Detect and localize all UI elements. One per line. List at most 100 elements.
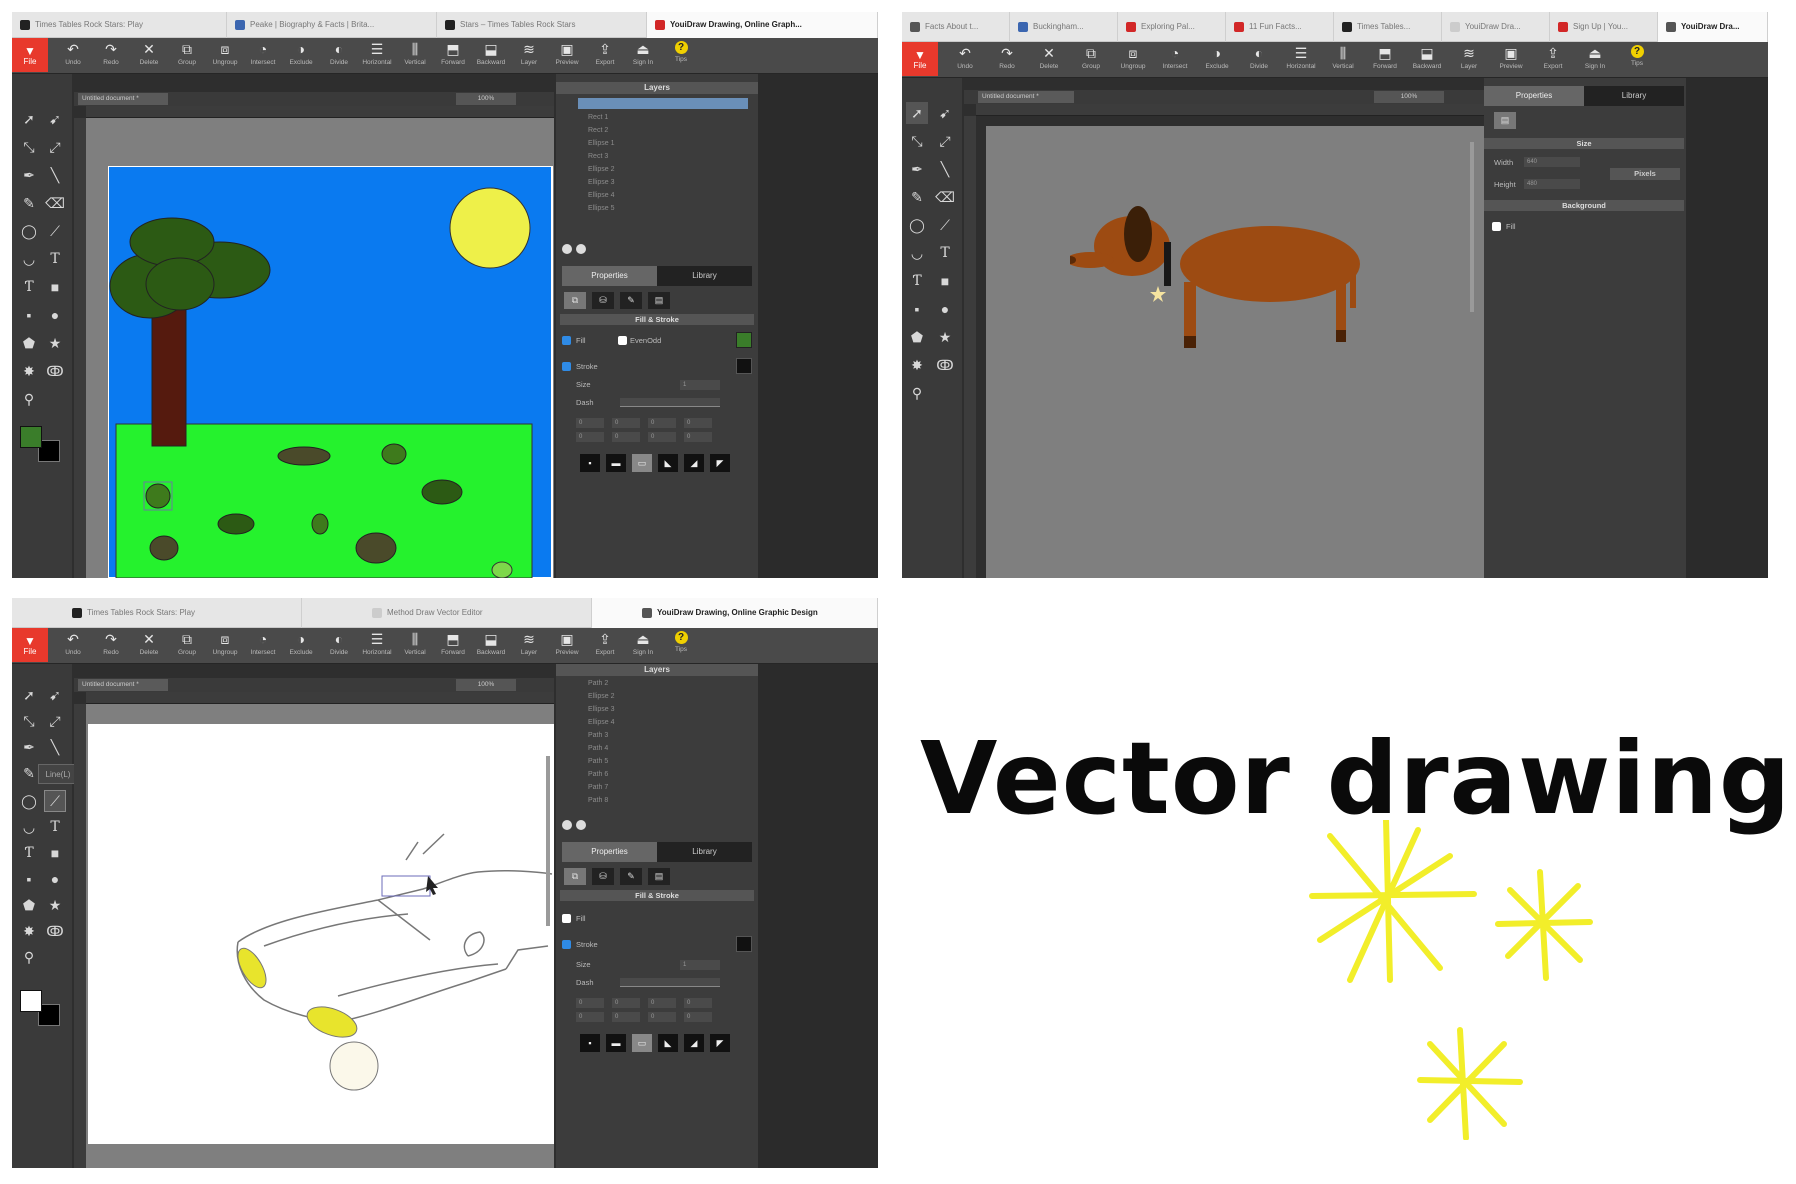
remove-layer-icon[interactable] bbox=[576, 244, 586, 254]
zoom-tool-icon[interactable]: ⚲ bbox=[18, 388, 40, 410]
forward-button[interactable]: ⬒ Forward bbox=[1364, 42, 1406, 70]
corner-input[interactable]: 0 bbox=[648, 432, 676, 442]
vertical-button[interactable]: ⫼ Vertical bbox=[396, 38, 434, 66]
height-input[interactable]: 480 bbox=[1524, 179, 1580, 189]
select-tool-icon[interactable]: ➚ bbox=[906, 102, 928, 124]
sign-in-button[interactable]: ⏏ Sign In bbox=[1574, 42, 1616, 70]
align-right-icon[interactable]: ▭ bbox=[632, 1034, 652, 1052]
stroke-size-input[interactable]: 1 bbox=[680, 380, 720, 390]
browser-tab[interactable]: Peake | Biography & Facts | Brita... bbox=[227, 12, 437, 38]
zoom-control[interactable]: 100% bbox=[456, 93, 516, 105]
text-tool-icon[interactable]: T bbox=[44, 816, 66, 838]
layer-item[interactable]: Ellipse 2 bbox=[588, 166, 614, 173]
dash-select[interactable] bbox=[620, 978, 720, 987]
undo-button[interactable]: ↶ Undo bbox=[54, 38, 92, 66]
align-top-icon[interactable]: ◣ bbox=[658, 454, 678, 472]
corner-input[interactable]: 0 bbox=[612, 998, 640, 1008]
layer-item[interactable]: Path 5 bbox=[588, 758, 608, 765]
line-tool-icon[interactable]: ╲ bbox=[44, 164, 66, 186]
node-tool-icon[interactable]: ⤡ bbox=[18, 136, 40, 158]
tab-library[interactable]: Library bbox=[657, 266, 752, 286]
stroke-color-button[interactable] bbox=[736, 936, 752, 952]
group-button[interactable]: ⧉ Group bbox=[168, 38, 206, 66]
tips-button[interactable]: ? Tips bbox=[662, 38, 700, 63]
copy-icon[interactable]: ⧉ bbox=[564, 868, 586, 885]
align-center-icon[interactable]: ▬ bbox=[606, 1034, 626, 1052]
corner-input[interactable]: 0 bbox=[648, 418, 676, 428]
star-tool-icon[interactable]: ★ bbox=[44, 894, 66, 916]
tab-library[interactable]: Library bbox=[1584, 86, 1684, 106]
browser-tab[interactable]: Exploring Pal... bbox=[1118, 12, 1226, 42]
corner-input[interactable]: 0 bbox=[612, 1012, 640, 1022]
fill-checkbox[interactable] bbox=[562, 336, 571, 345]
text-tool-icon[interactable]: T bbox=[44, 248, 66, 270]
delete-button[interactable]: ✕ Delete bbox=[130, 38, 168, 66]
layer-item[interactable]: Rect 2 bbox=[588, 127, 608, 134]
zoom-control[interactable]: 100% bbox=[1374, 91, 1444, 103]
corner-input[interactable]: 0 bbox=[612, 432, 640, 442]
width-input[interactable]: 640 bbox=[1524, 157, 1580, 167]
browser-tab[interactable]: Times Tables... bbox=[1334, 12, 1442, 42]
dash-select[interactable] bbox=[620, 398, 720, 407]
rounded-rect-tool-icon[interactable]: ▪ bbox=[906, 298, 928, 320]
browser-tab[interactable]: Stars – Times Tables Rock Stars bbox=[437, 12, 647, 38]
corner-input[interactable]: 0 bbox=[684, 418, 712, 428]
text-path-tool-icon[interactable]: Ƭ bbox=[906, 270, 928, 292]
corner-input[interactable]: 0 bbox=[576, 1012, 604, 1022]
export-button[interactable]: ⇪ Export bbox=[1532, 42, 1574, 70]
layer-item[interactable]: Path 4 bbox=[588, 745, 608, 752]
group-button[interactable]: ⧉ Group bbox=[168, 628, 206, 656]
file-menu-button[interactable]: ▼ File bbox=[12, 38, 48, 72]
corner-input[interactable]: 0 bbox=[684, 432, 712, 442]
burst-tool-icon[interactable]: ✸ bbox=[18, 920, 40, 942]
transform-tool-icon[interactable]: ⤢ bbox=[44, 710, 66, 732]
fill-color-swatch[interactable] bbox=[20, 426, 42, 448]
intersect-button[interactable]: ◔ Intersect bbox=[244, 38, 282, 66]
corner-input[interactable]: 0 bbox=[684, 1012, 712, 1022]
add-layer-icon[interactable] bbox=[562, 244, 572, 254]
ellipse-tool-icon[interactable]: ● bbox=[44, 868, 66, 890]
intersect-button[interactable]: ◔ Intersect bbox=[1154, 42, 1196, 70]
burst-tool-icon[interactable]: ✸ bbox=[906, 354, 928, 376]
transform-tool-icon[interactable]: ⤢ bbox=[44, 136, 66, 158]
database-icon[interactable]: ⛁ bbox=[592, 868, 614, 885]
drawing-canvas[interactable] bbox=[108, 166, 554, 578]
fill-color-swatch[interactable] bbox=[20, 990, 42, 1012]
export-button[interactable]: ⇪ Export bbox=[586, 628, 624, 656]
delete-button[interactable]: ✕ Delete bbox=[130, 628, 168, 656]
polygon-tool-icon[interactable]: ⬟ bbox=[18, 332, 40, 354]
backward-button[interactable]: ⬓ Backward bbox=[1406, 42, 1448, 70]
pencil-tool-icon[interactable]: ✎ bbox=[906, 186, 928, 208]
stroke-color-button[interactable] bbox=[736, 358, 752, 374]
ungroup-button[interactable]: ⧈ Ungroup bbox=[206, 38, 244, 66]
divide-button[interactable]: ◐ Divide bbox=[1238, 42, 1280, 70]
intersect-button[interactable]: ◔ Intersect bbox=[244, 628, 282, 656]
horizontal-button[interactable]: ☰ Horizontal bbox=[358, 38, 396, 66]
undo-button[interactable]: ↶ Undo bbox=[944, 42, 986, 70]
browser-tab[interactable]: Buckingham... bbox=[1010, 12, 1118, 42]
pen-tool-icon[interactable]: ✒ bbox=[18, 736, 40, 758]
layer-button[interactable]: ≋ Layer bbox=[510, 38, 548, 66]
horizontal-button[interactable]: ☰ Horizontal bbox=[1280, 42, 1322, 70]
stroke-size-input[interactable]: 1 bbox=[680, 960, 720, 970]
scrollbar[interactable] bbox=[546, 756, 550, 926]
divide-button[interactable]: ◐ Divide bbox=[320, 628, 358, 656]
sign-in-button[interactable]: ⏏ Sign In bbox=[624, 38, 662, 66]
document-icon[interactable]: ▤ bbox=[648, 868, 670, 885]
document-tab[interactable]: Untitled document * bbox=[978, 91, 1074, 103]
exclude-button[interactable]: ◑ Exclude bbox=[282, 38, 320, 66]
delete-button[interactable]: ✕ Delete bbox=[1028, 42, 1070, 70]
corner-input[interactable]: 0 bbox=[648, 998, 676, 1008]
zoom-tool-icon[interactable]: ⚲ bbox=[18, 946, 40, 968]
remove-layer-icon[interactable] bbox=[576, 820, 586, 830]
layer-item[interactable]: Path 3 bbox=[588, 732, 608, 739]
corner-input[interactable]: 0 bbox=[576, 998, 604, 1008]
undo-button[interactable]: ↶ Undo bbox=[54, 628, 92, 656]
line-tool-icon[interactable]: ╲ bbox=[934, 158, 956, 180]
corner-input[interactable]: 0 bbox=[648, 1012, 676, 1022]
forward-button[interactable]: ⬒ Forward bbox=[434, 628, 472, 656]
text-path-tool-icon[interactable]: Ƭ bbox=[18, 276, 40, 298]
horizontal-button[interactable]: ☰ Horizontal bbox=[358, 628, 396, 656]
browser-tab[interactable]: YouiDraw Dra... bbox=[1442, 12, 1550, 42]
lasso-tool-icon[interactable]: ↂ bbox=[934, 354, 956, 376]
